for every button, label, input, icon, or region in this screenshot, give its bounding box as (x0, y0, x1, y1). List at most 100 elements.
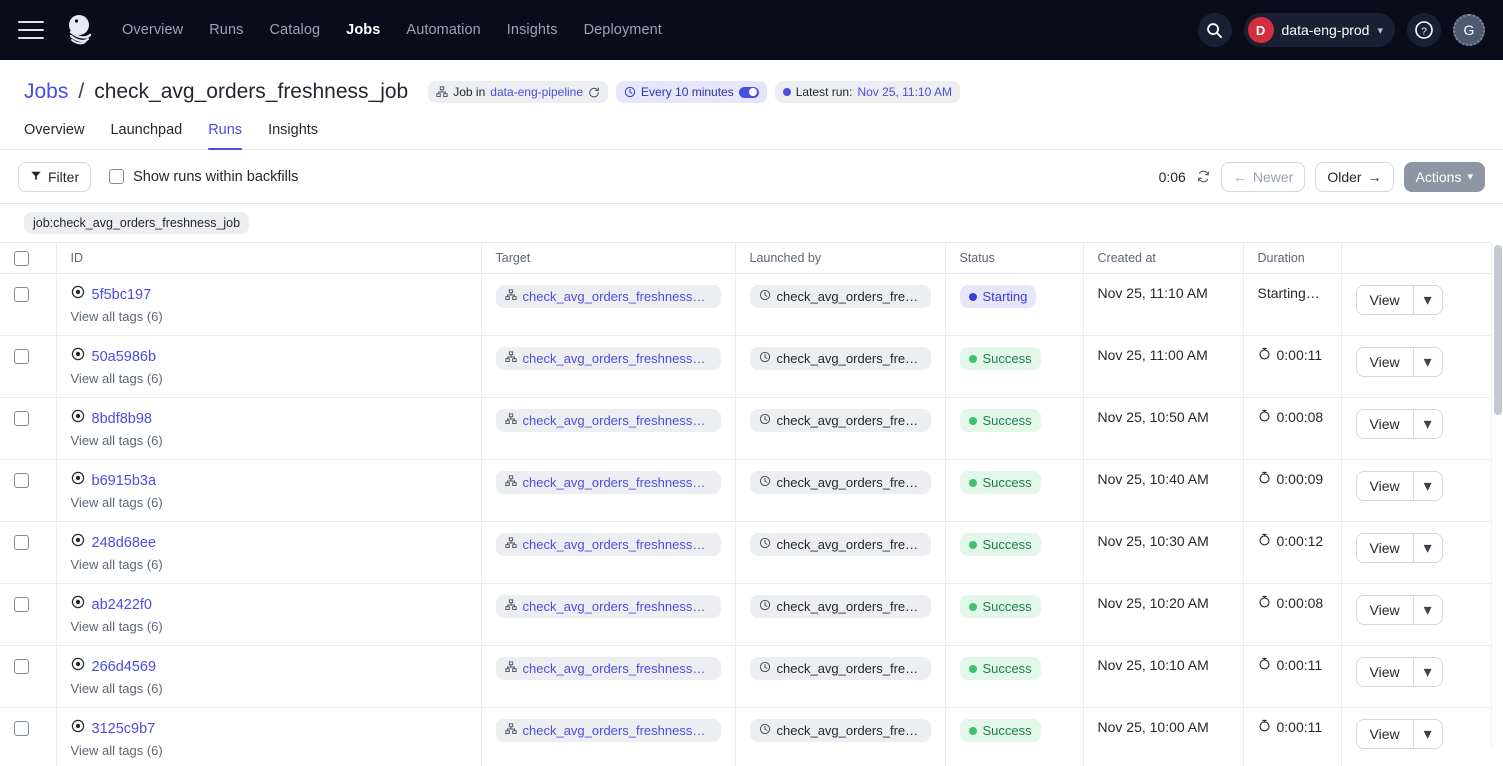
row-select-checkbox[interactable] (14, 287, 29, 302)
reload-icon[interactable] (588, 86, 600, 98)
column-header-status[interactable]: Status (945, 243, 1083, 274)
launched-by-pill[interactable]: check_avg_orders_freshn… (750, 719, 931, 742)
target-pill[interactable]: check_avg_orders_freshness_job (496, 657, 721, 680)
view-button[interactable]: View (1356, 657, 1413, 687)
view-all-tags-link[interactable]: View all tags (6) (71, 743, 467, 758)
table-row[interactable]: 5f5bc197 View all tags (6) check_avg_order… (0, 274, 1491, 336)
tab-insights[interactable]: Insights (268, 122, 318, 149)
column-header-target[interactable]: Target (481, 243, 735, 274)
refresh-icon[interactable] (1196, 169, 1211, 184)
run-id-link[interactable]: 8bdf8b98 (92, 411, 152, 427)
status-badge[interactable]: Success (960, 719, 1041, 742)
run-id-link[interactable]: 266d4569 (92, 659, 157, 675)
launched-by-pill[interactable]: check_avg_orders_freshn… (750, 595, 931, 618)
view-dropdown-caret-icon[interactable]: ▾ (1413, 347, 1443, 377)
nav-link-jobs[interactable]: Jobs (346, 22, 380, 38)
job-location-badge[interactable]: Job in data-eng-pipeline (428, 81, 608, 103)
show-backfills-label[interactable]: Show runs within backfills (133, 169, 298, 185)
nav-link-insights[interactable]: Insights (507, 22, 558, 38)
row-select-checkbox[interactable] (14, 473, 29, 488)
actions-button[interactable]: Actions ▾ (1404, 162, 1485, 192)
status-badge[interactable]: Success (960, 347, 1041, 370)
schedule-toggle[interactable] (739, 87, 759, 98)
select-all-checkbox[interactable] (14, 251, 29, 266)
view-button[interactable]: View (1356, 347, 1413, 377)
breadcrumb-jobs-link[interactable]: Jobs (24, 80, 68, 104)
nav-link-runs[interactable]: Runs (209, 22, 243, 38)
launched-by-pill[interactable]: check_avg_orders_freshn… (750, 285, 931, 308)
run-id-link[interactable]: 5f5bc197 (92, 287, 152, 303)
view-dropdown-caret-icon[interactable]: ▾ (1413, 719, 1443, 749)
view-all-tags-link[interactable]: View all tags (6) (71, 309, 467, 324)
target-pill[interactable]: check_avg_orders_freshness_job (496, 719, 721, 742)
target-pill[interactable]: check_avg_orders_freshness_job (496, 533, 721, 556)
newer-page-button[interactable]: ← Newer (1221, 162, 1305, 192)
view-button[interactable]: View (1356, 533, 1413, 563)
search-icon[interactable] (1198, 13, 1232, 47)
filter-button[interactable]: Filter (18, 162, 91, 192)
column-header-duration[interactable]: Duration (1243, 243, 1341, 274)
schedule-badge[interactable]: Every 10 minutes (616, 81, 767, 103)
view-all-tags-link[interactable]: View all tags (6) (71, 495, 467, 510)
status-badge[interactable]: Starting (960, 285, 1037, 308)
status-badge[interactable]: Success (960, 409, 1041, 432)
run-id-link[interactable]: 3125c9b7 (92, 721, 156, 737)
view-dropdown-caret-icon[interactable]: ▾ (1413, 533, 1443, 563)
target-pill[interactable]: check_avg_orders_freshness_job (496, 595, 721, 618)
dagster-logo-icon[interactable] (60, 10, 100, 50)
table-vertical-scrollbar[interactable] (1491, 242, 1503, 748)
nav-link-automation[interactable]: Automation (406, 22, 480, 38)
row-select-checkbox[interactable] (14, 411, 29, 426)
target-pill[interactable]: check_avg_orders_freshness_job (496, 285, 721, 308)
table-row[interactable]: 8bdf8b98 View all tags (6) check_avg_order… (0, 398, 1491, 460)
scrollbar-thumb[interactable] (1494, 245, 1502, 415)
row-select-checkbox[interactable] (14, 349, 29, 364)
run-id-link[interactable]: b6915b3a (92, 473, 157, 489)
view-dropdown-caret-icon[interactable]: ▾ (1413, 471, 1443, 501)
row-select-checkbox[interactable] (14, 535, 29, 550)
help-circle-icon[interactable]: ? (1407, 13, 1441, 47)
row-select-checkbox[interactable] (14, 597, 29, 612)
status-badge[interactable]: Success (960, 471, 1041, 494)
run-id-link[interactable]: 248d68ee (92, 535, 157, 551)
nav-link-overview[interactable]: Overview (122, 22, 183, 38)
table-row[interactable]: 3125c9b7 View all tags (6) check_avg_order… (0, 708, 1491, 766)
deployment-selector[interactable]: D data-eng-prod ▾ (1244, 13, 1395, 47)
view-dropdown-caret-icon[interactable]: ▾ (1413, 409, 1443, 439)
launched-by-pill[interactable]: check_avg_orders_freshn… (750, 409, 931, 432)
view-all-tags-link[interactable]: View all tags (6) (71, 619, 467, 634)
view-button[interactable]: View (1356, 595, 1413, 625)
hamburger-menu-icon[interactable] (18, 21, 44, 39)
run-id-link[interactable]: 50a5986b (92, 349, 157, 365)
table-row[interactable]: ab2422f0 View all tags (6) check_avg_order… (0, 584, 1491, 646)
older-page-button[interactable]: Older → (1315, 162, 1393, 192)
tab-runs[interactable]: Runs (208, 122, 242, 149)
view-button[interactable]: View (1356, 471, 1413, 501)
target-pill[interactable]: check_avg_orders_freshness_job (496, 471, 721, 494)
launched-by-pill[interactable]: check_avg_orders_freshn… (750, 533, 931, 556)
view-all-tags-link[interactable]: View all tags (6) (71, 433, 467, 448)
row-select-checkbox[interactable] (14, 721, 29, 736)
run-id-link[interactable]: ab2422f0 (92, 597, 152, 613)
table-row[interactable]: 50a5986bView all tags (6)check_avg_order… (0, 336, 1491, 398)
row-select-checkbox[interactable] (14, 659, 29, 674)
view-all-tags-link[interactable]: View all tags (6) (71, 371, 467, 386)
nav-link-catalog[interactable]: Catalog (269, 22, 320, 38)
filter-tag-job[interactable]: job:check_avg_orders_freshness_job (24, 212, 249, 234)
job-location-link[interactable]: data-eng-pipeline (490, 85, 583, 99)
nav-link-deployment[interactable]: Deployment (584, 22, 662, 38)
column-header-created-at[interactable]: Created at (1083, 243, 1243, 274)
view-all-tags-link[interactable]: View all tags (6) (71, 681, 467, 696)
view-dropdown-caret-icon[interactable]: ▾ (1413, 657, 1443, 687)
status-badge[interactable]: Success (960, 595, 1041, 618)
column-header-launched-by[interactable]: Launched by (735, 243, 945, 274)
latest-run-badge[interactable]: Latest run: Nov 25, 11:10 AM (775, 81, 960, 103)
column-header-id[interactable]: ID (56, 243, 481, 274)
view-button[interactable]: View (1356, 409, 1413, 439)
tab-launchpad[interactable]: Launchpad (110, 122, 182, 149)
view-all-tags-link[interactable]: View all tags (6) (71, 557, 467, 572)
view-button[interactable]: View (1356, 719, 1413, 749)
status-badge[interactable]: Success (960, 657, 1041, 680)
launched-by-pill[interactable]: check_avg_orders_freshn… (750, 471, 931, 494)
view-dropdown-caret-icon[interactable]: ▾ (1413, 285, 1443, 315)
